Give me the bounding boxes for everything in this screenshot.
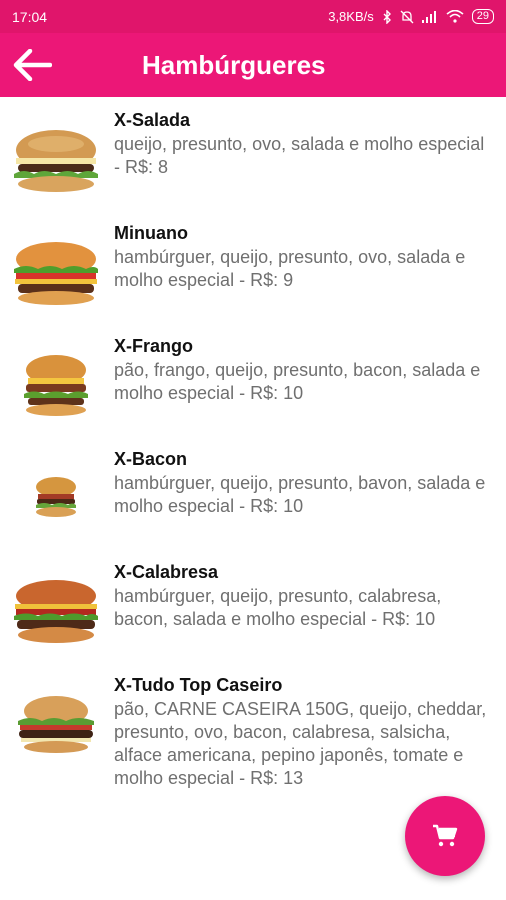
list-item[interactable]: Minuano hambúrguer, queijo, presunto, ov… [0, 222, 506, 335]
item-name: X-Tudo Top Caseiro [114, 675, 283, 695]
item-name: Minuano [114, 223, 188, 243]
burger-image [10, 686, 102, 766]
burger-image [10, 460, 102, 540]
network-speed: 3,8KB/s [328, 9, 374, 24]
battery-icon: 29 [471, 9, 494, 24]
list-item[interactable]: X-Frango pão, frango, queijo, presunto, … [0, 335, 506, 448]
page-title: Hambúrgueres [142, 49, 326, 80]
item-description: hambúrguer, queijo, presunto, bavon, sal… [114, 473, 486, 516]
status-bar: 17:04 3,8KB/s 29 [0, 0, 506, 33]
item-description: hambúrguer, queijo, presunto, calabresa,… [114, 586, 442, 629]
list-item[interactable]: X-Salada queijo, presunto, ovo, salada e… [0, 109, 506, 222]
back-button[interactable] [0, 33, 64, 97]
status-icons: 3,8KB/s 29 [328, 9, 494, 24]
list-item[interactable]: X-Tudo Top Caseiro pão, CARNE CASEIRA 15… [0, 674, 506, 804]
bluetooth-icon [383, 9, 391, 24]
item-name: X-Salada [114, 110, 191, 130]
burger-image [10, 347, 102, 427]
item-description: queijo, presunto, ovo, salada e molho es… [114, 134, 485, 177]
item-name: X-Bacon [114, 449, 188, 469]
burger-image [10, 121, 102, 201]
list-item[interactable]: X-Bacon hambúrguer, queijo, presunto, ba… [0, 448, 506, 561]
arrow-back-icon [13, 49, 52, 81]
cart-icon [433, 824, 458, 847]
app-bar: Hambúrgueres [0, 33, 506, 97]
cart-button[interactable] [405, 796, 485, 876]
mute-icon [400, 10, 414, 23]
list-item[interactable]: X-Calabresa hambúrguer, queijo, presunto… [0, 561, 506, 674]
item-description: pão, frango, queijo, presunto, bacon, sa… [114, 360, 481, 403]
burger-list: X-Salada queijo, presunto, ovo, salada e… [0, 97, 506, 804]
signal-icon [421, 10, 436, 23]
item-name: X-Frango [114, 336, 193, 356]
item-description: pão, CARNE CASEIRA 150G, queijo, cheddar… [114, 699, 487, 788]
burger-image [10, 573, 102, 653]
burger-image [10, 234, 102, 314]
item-name: X-Calabresa [114, 562, 219, 582]
wifi-icon [446, 10, 464, 23]
item-description: hambúrguer, queijo, presunto, ovo, salad… [114, 247, 466, 290]
status-time: 17:04 [12, 8, 48, 25]
